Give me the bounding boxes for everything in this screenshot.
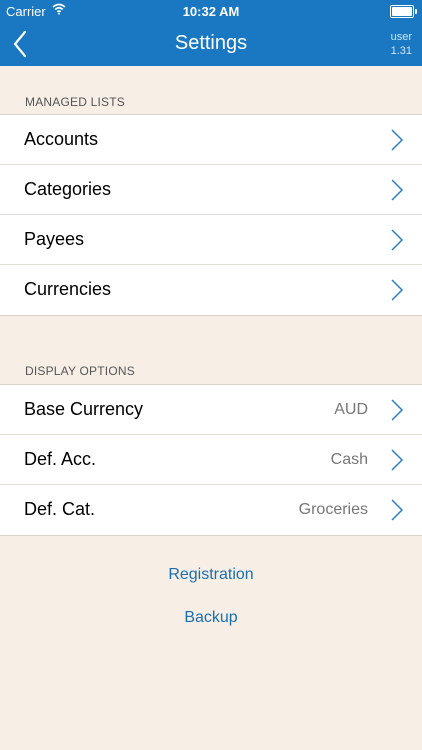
backup-link[interactable]: Backup [0, 609, 422, 627]
list-item-currencies[interactable]: Currencies [0, 265, 422, 315]
list-item-categories[interactable]: Categories [0, 165, 422, 215]
list-item-label: Payees [24, 229, 85, 249]
version-label: 1.31 [390, 45, 412, 57]
status-bar: Carrier 10:32 AM [0, 0, 422, 22]
list-item-default-account[interactable]: Def. Acc. Cash [0, 435, 422, 485]
navigation-bar: Settings user 1.31 [0, 22, 422, 66]
list-item-payees[interactable]: Payees [0, 215, 422, 265]
chevron-right-icon [391, 449, 404, 471]
list-item-label: Def. Cat. [24, 499, 96, 519]
registration-link[interactable]: Registration [0, 566, 422, 584]
list-item-label: Accounts [24, 129, 99, 149]
chevron-right-icon [391, 229, 404, 251]
chevron-right-icon [391, 279, 404, 301]
clock: 10:32 AM [182, 4, 240, 19]
battery-icon [390, 5, 417, 18]
display-options-group: Base Currency AUD Def. Acc. Cash Def. Ca… [0, 384, 422, 536]
user-version: user 1.31 [391, 30, 412, 58]
list-item-base-currency[interactable]: Base Currency AUD [0, 385, 422, 435]
page-title: Settings [174, 32, 248, 54]
list-item-default-category[interactable]: Def. Cat. Groceries [0, 485, 422, 535]
chevron-right-icon [391, 129, 404, 151]
display-options-header: DISPLAY OPTIONS [25, 364, 135, 378]
list-item-label: Def. Acc. [24, 449, 97, 469]
managed-lists-header: MANAGED LISTS [25, 95, 125, 109]
chevron-right-icon [391, 499, 404, 521]
list-item-label: Base Currency [24, 399, 144, 419]
list-item-value: Groceries [298, 501, 368, 518]
list-item-label: Categories [24, 179, 112, 199]
chevron-right-icon [391, 179, 404, 201]
list-item-value: AUD [334, 401, 368, 418]
user-label: user [390, 31, 412, 43]
list-item-value: Cash [330, 451, 368, 468]
list-item-label: Currencies [24, 279, 112, 299]
list-item-accounts[interactable]: Accounts [0, 115, 422, 165]
managed-lists-group: Accounts Categories Payees Currencies [0, 114, 422, 316]
chevron-right-icon [391, 399, 404, 421]
